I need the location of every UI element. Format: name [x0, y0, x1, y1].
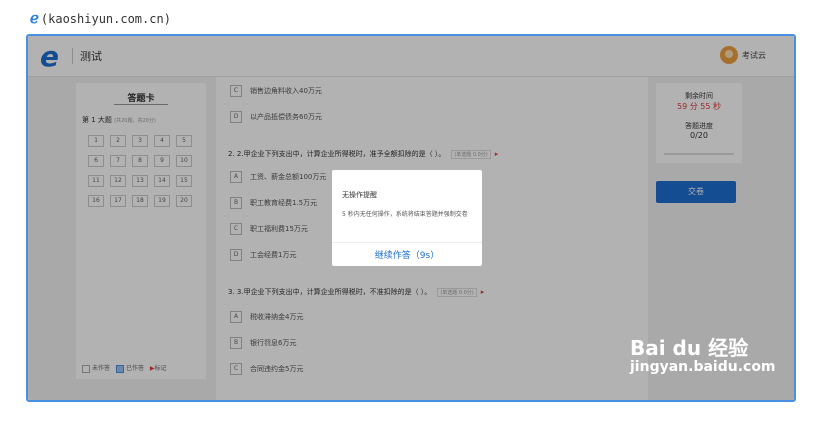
modal-title: 无操作提醒: [342, 191, 377, 199]
inactivity-modal: 无操作提醒 5 秒内无任何操作，系统将结束答题并强制交卷 继续作答（9s）: [332, 170, 482, 266]
baidu-watermark: Bai du 经验 jingyan.baidu.com: [630, 336, 776, 375]
modal-divider: [332, 242, 482, 243]
url-caption: ℯ (kaoshiyun.com.cn): [30, 9, 171, 27]
modal-body: 5 秒内无任何操作，系统将结束答题并强制交卷: [342, 211, 468, 218]
exam-cloud-logo-icon: ℯ: [30, 9, 39, 27]
continue-button[interactable]: 继续作答（9s）: [332, 248, 482, 261]
